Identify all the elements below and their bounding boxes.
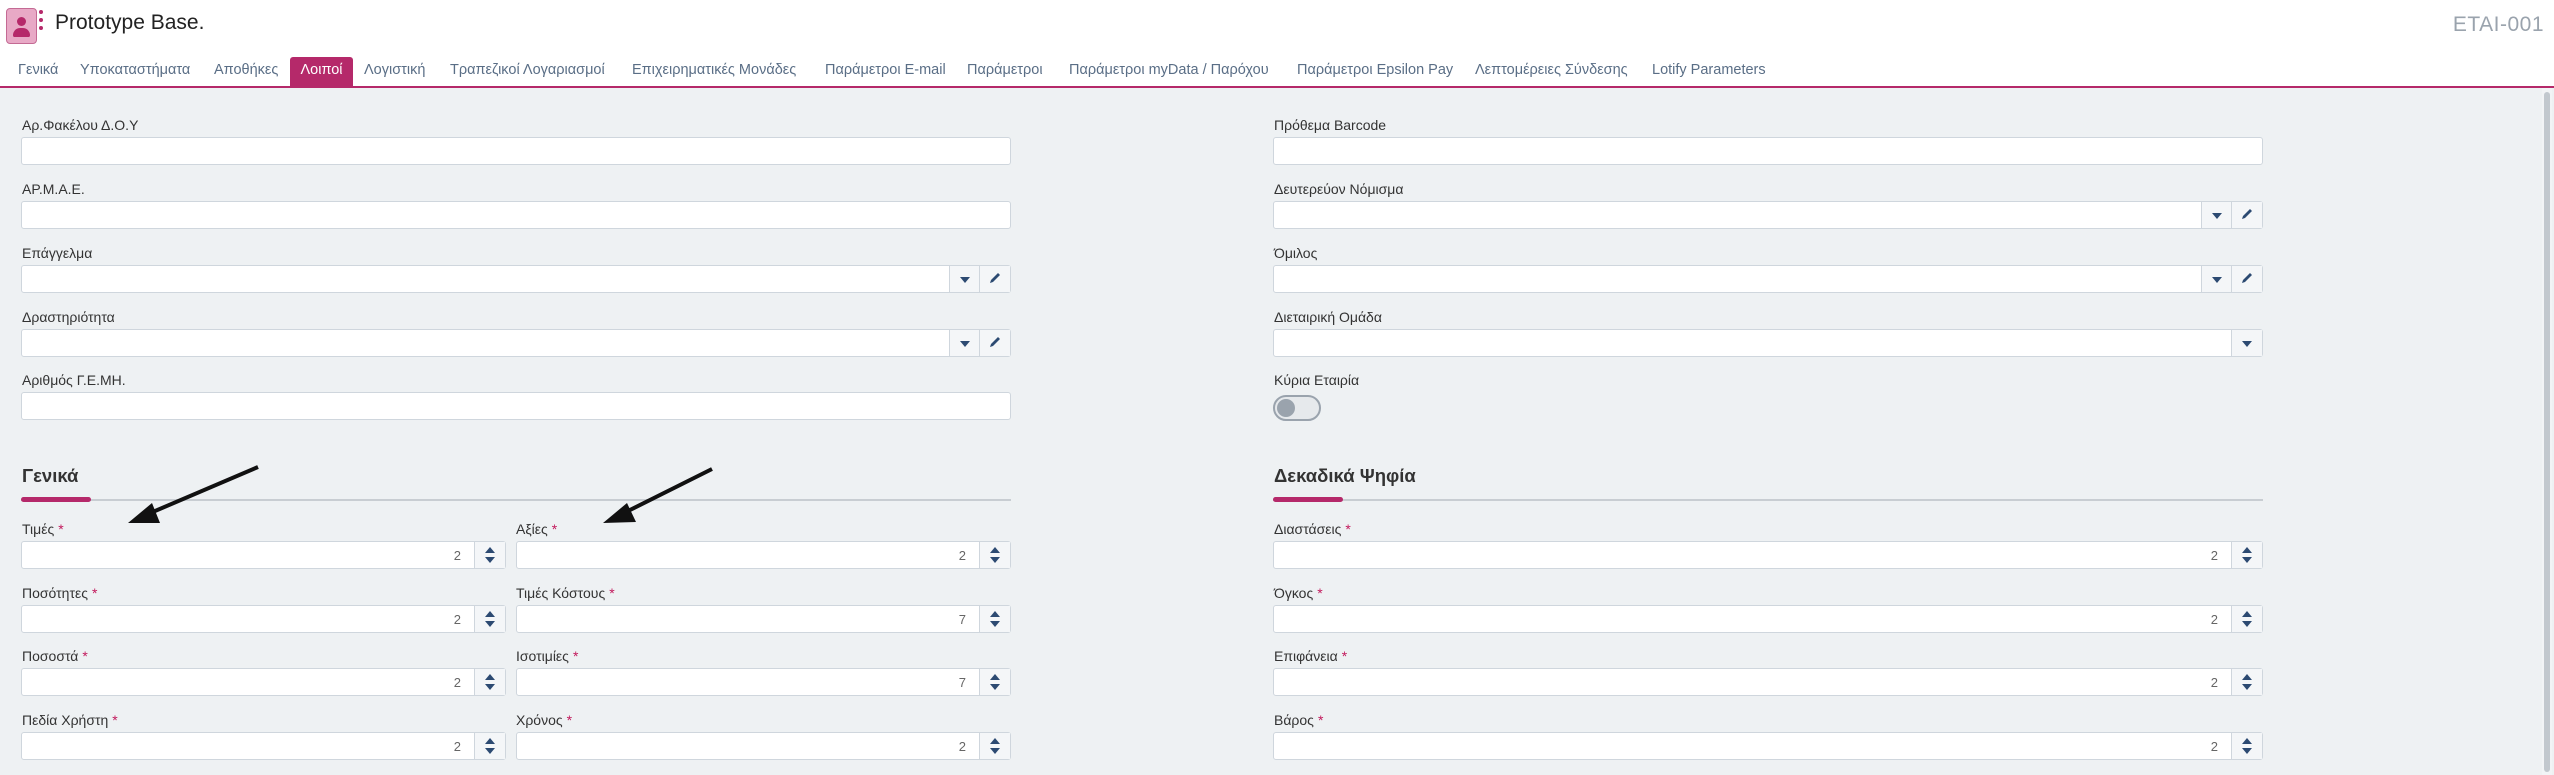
arrow-icon (603, 467, 713, 523)
scrollbar[interactable] (2542, 88, 2552, 775)
annotation-layer (128, 465, 713, 523)
arrow-icon (128, 465, 259, 523)
scrollbar-thumb[interactable] (2544, 92, 2550, 772)
